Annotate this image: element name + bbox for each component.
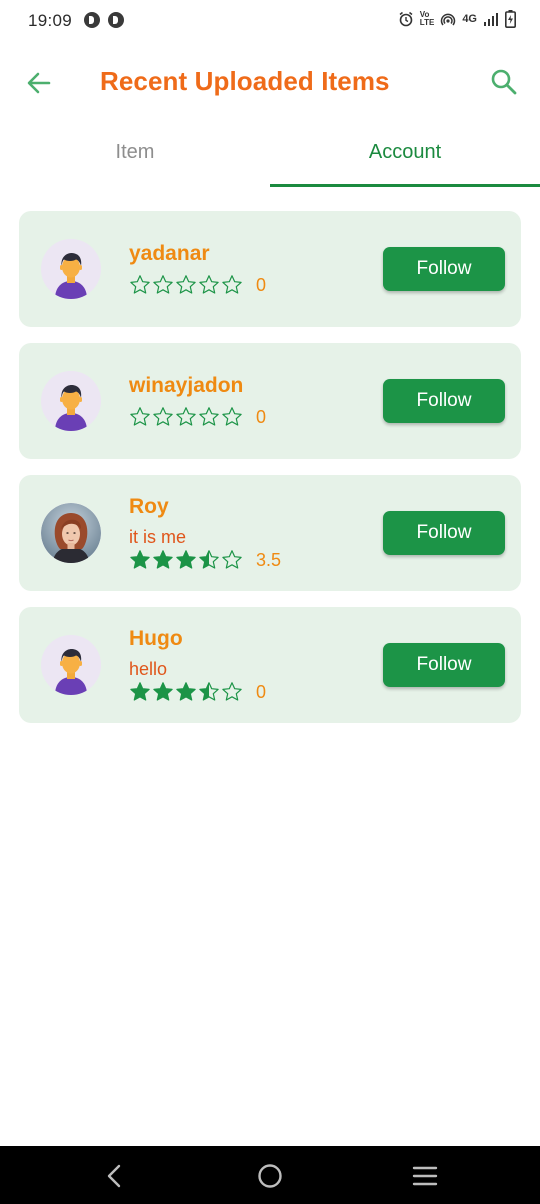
- search-icon[interactable]: [488, 66, 520, 98]
- star-empty-icon: [198, 406, 220, 428]
- star-half-icon: [198, 549, 220, 571]
- account-card[interactable]: Hugo hello 0 Follow: [19, 607, 521, 723]
- star-rating: 0: [129, 406, 266, 428]
- account-bio: it is me: [129, 527, 187, 547]
- star-filled-icon: [175, 681, 197, 703]
- star-rating: 0: [129, 274, 266, 296]
- account-list: yadanar 0 Follow winayjadon 0 Follow Roy…: [19, 211, 521, 739]
- star-empty-icon: [129, 406, 151, 428]
- default-person-icon: [41, 239, 101, 299]
- default-person-icon: [41, 635, 101, 695]
- star-empty-icon: [175, 406, 197, 428]
- follow-button[interactable]: Follow: [383, 247, 505, 291]
- default-person-icon: [41, 371, 101, 431]
- nav-recents-icon[interactable]: [410, 1161, 440, 1191]
- star-filled-icon: [175, 549, 197, 571]
- star-empty-icon: [129, 274, 151, 296]
- follow-button[interactable]: Follow: [383, 379, 505, 423]
- tab-item[interactable]: Item: [0, 124, 270, 184]
- nav-back-icon[interactable]: [100, 1161, 130, 1191]
- star-filled-icon: [129, 681, 151, 703]
- status-icons: Vo LTE 4G: [398, 10, 516, 28]
- follow-button[interactable]: Follow: [383, 643, 505, 687]
- network-type: 4G: [462, 13, 477, 25]
- hotspot-icon: [440, 11, 456, 27]
- star-empty-icon: [221, 406, 243, 428]
- rating-value: 0: [256, 681, 267, 702]
- star-empty-icon: [221, 681, 243, 703]
- system-nav-bar: [0, 1146, 540, 1204]
- star-rating: 3.5: [129, 549, 281, 571]
- rating-value: 0: [256, 406, 267, 427]
- nav-home-icon[interactable]: [255, 1161, 285, 1191]
- profile-photo: [41, 503, 101, 563]
- star-empty-icon: [152, 406, 174, 428]
- account-card[interactable]: Roy it is me 3.5 Follow: [19, 475, 521, 591]
- account-name: Roy: [129, 495, 169, 518]
- rating-value: 0: [256, 274, 267, 295]
- signal-icon: [483, 12, 499, 26]
- star-rating: 0: [129, 681, 266, 703]
- account-bio: hello: [129, 659, 168, 679]
- back-arrow-icon[interactable]: [22, 66, 56, 100]
- selected-tab-indicator: [270, 184, 540, 187]
- volte-icon: Vo LTE: [419, 10, 435, 27]
- tab-account[interactable]: Account: [270, 124, 540, 184]
- account-card[interactable]: winayjadon 0 Follow: [19, 343, 521, 459]
- notification-app-icon: [84, 12, 100, 28]
- rating-value: 3.5: [256, 549, 282, 570]
- star-empty-icon: [152, 274, 174, 296]
- status-time: 19:09: [28, 11, 73, 30]
- star-filled-icon: [129, 549, 151, 571]
- star-filled-icon: [152, 549, 174, 571]
- star-filled-icon: [152, 681, 174, 703]
- star-half-icon: [198, 681, 220, 703]
- tab-bar: Item Account: [0, 124, 540, 188]
- toolbar: Recent Uploaded Items: [0, 52, 540, 114]
- page-title: Recent Uploaded Items: [100, 66, 390, 96]
- star-empty-icon: [175, 274, 197, 296]
- star-empty-icon: [221, 274, 243, 296]
- star-empty-icon: [198, 274, 220, 296]
- account-name: yadanar: [129, 242, 210, 265]
- notification-app-icon: [108, 12, 124, 28]
- account-card[interactable]: yadanar 0 Follow: [19, 211, 521, 327]
- account-name: Hugo: [129, 627, 183, 650]
- account-name: winayjadon: [129, 374, 244, 397]
- status-bar: 19:09 Vo LTE 4G: [0, 0, 540, 44]
- alarm-icon: [398, 11, 414, 27]
- follow-button[interactable]: Follow: [383, 511, 505, 555]
- star-empty-icon: [221, 549, 243, 571]
- battery-icon: [505, 10, 516, 28]
